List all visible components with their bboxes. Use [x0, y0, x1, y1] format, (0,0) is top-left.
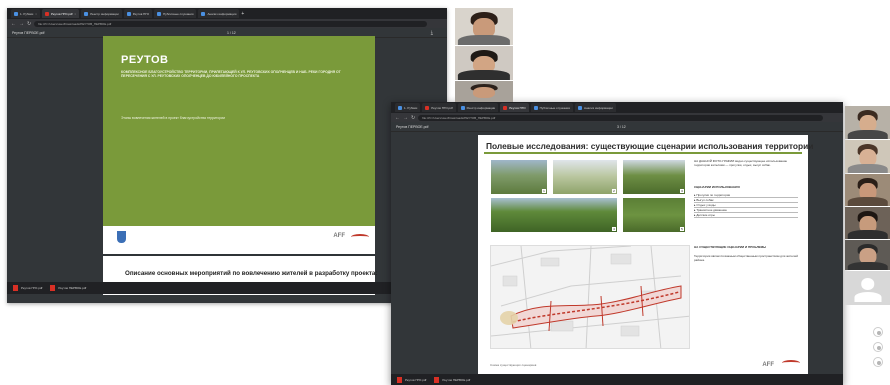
browser-tab[interactable]: 1. Рубики	[395, 103, 421, 112]
participant-video[interactable]	[845, 140, 890, 173]
participant-video-placeholder[interactable]	[845, 271, 890, 305]
next-slide-heading: Описание основных мероприятий по вовлече…	[125, 270, 378, 277]
field-photo: 2	[552, 159, 618, 195]
tab-favicon-icon	[201, 11, 206, 16]
partner-logo-icon	[351, 234, 369, 240]
more-options-button[interactable]	[873, 357, 883, 367]
pdf-toolbar: Реутов ПЕРВОЕ.pdf 3 / 12	[391, 122, 843, 132]
tab-favicon-icon	[84, 11, 89, 16]
participant-video[interactable]	[455, 8, 513, 45]
browser-tab[interactable]: Реутов ПГО	[123, 9, 153, 18]
pdf-file-icon	[434, 376, 440, 383]
participants-button[interactable]	[873, 327, 883, 337]
tab-favicon-icon	[157, 11, 162, 16]
tab-favicon-icon	[14, 11, 18, 16]
site-map	[490, 245, 690, 349]
participant-video[interactable]	[845, 240, 890, 270]
scenario-item: ▸ Детские игры	[694, 213, 798, 218]
back-arrow-icon[interactable]: ←	[11, 21, 16, 27]
reload-icon[interactable]: ↻	[411, 115, 415, 121]
page-indicator[interactable]: 1 / 12	[227, 31, 236, 35]
download-item[interactable]: Реутов ПЕРВОЕ.pdf	[434, 376, 470, 383]
pdf-file-icon	[50, 285, 56, 291]
slide-heading: Полевые исследования: существующие сцена…	[486, 141, 814, 151]
field-photo: 3	[622, 159, 686, 195]
participant-video[interactable]	[455, 46, 513, 80]
download-item[interactable]: Реутов ПГО.pdf	[397, 376, 426, 383]
pdf-filename: Реутов ПЕРВОЕ.pdf	[12, 30, 45, 35]
participant-video[interactable]	[845, 174, 890, 206]
tab-favicon-icon	[503, 105, 508, 110]
url-field[interactable]: file:///C:/Users/user/Downloads/РЕУТОВ_П…	[34, 20, 427, 27]
browser-tab[interactable]: Публичные слушания	[530, 103, 573, 112]
browser-tab[interactable]: 1. Рубики ×	[11, 9, 41, 18]
browser-tab[interactable]: Реестр информации	[81, 9, 122, 18]
tab-favicon-icon	[45, 11, 50, 16]
slide-title: РЕУТОВ	[121, 54, 169, 66]
tab-favicon-icon	[460, 105, 465, 110]
tab-favicon-icon	[577, 105, 582, 110]
browser-tab[interactable]: Реутов ПГО.pdf	[422, 103, 456, 112]
close-tab-icon[interactable]: ×	[35, 12, 37, 16]
download-icon[interactable]: ⤓	[431, 30, 433, 36]
slide-description: Этапы вовлечения жителей в проект благоу…	[121, 116, 225, 120]
problems-title: НА СУЩЕСТВУЮЩИЕ СЦЕНАРИИ И ПРОБЛЕМЫ	[694, 245, 767, 249]
downloads-bar-back: Реутов ПГО.pdf Реутов ПЕРВОЕ.pdf	[7, 282, 447, 294]
download-item[interactable]: Реутов ПЕРВОЕ.pdf	[50, 285, 86, 291]
new-tab-icon[interactable]: +	[241, 11, 244, 17]
city-crest-icon	[117, 231, 126, 243]
tab-favicon-icon	[533, 105, 538, 110]
browser-tab[interactable]: Публичные слушания	[154, 9, 197, 18]
forward-arrow-icon[interactable]: →	[403, 115, 408, 121]
participant-video[interactable]	[845, 207, 890, 239]
page-indicator[interactable]: 3 / 12	[617, 125, 626, 129]
field-photo: 1	[490, 159, 548, 195]
aff-logo: AFF	[333, 233, 345, 239]
slide-field-research: Полевые исследования: существующие сцена…	[478, 135, 813, 375]
slide-title-page: РЕУТОВ КОМПЛЕКСНОЕ БЛАГОУСТРОЙСТВО ТЕРРИ…	[103, 36, 375, 254]
slide-footer: AFF	[103, 226, 375, 254]
site-map-drawing	[491, 246, 689, 348]
chat-button[interactable]	[873, 342, 883, 352]
field-photo: 5	[622, 197, 686, 233]
download-item[interactable]: Реутов ПГО.pdf	[13, 285, 42, 291]
forward-arrow-icon[interactable]: →	[19, 21, 24, 27]
pdf-filename: Реутов ПЕРВОЕ.pdf	[396, 124, 429, 129]
browser-tab[interactable]: Реестр информации	[457, 103, 499, 112]
back-arrow-icon[interactable]: ←	[395, 115, 400, 121]
field-photo: 4	[490, 197, 618, 233]
map-caption: Схема существующих сценариев	[490, 363, 537, 367]
browser-tab[interactable]: Анализ информации	[574, 103, 616, 112]
browser-tab-active[interactable]: Реутов ПГО.pdf ×	[42, 9, 80, 18]
partner-logo-icon	[782, 360, 800, 366]
scenarios-list: ▸ Прогулки по территории ▸ Выгул собак ▸…	[694, 193, 798, 218]
problems-text: Территория является важным общественным …	[694, 254, 798, 262]
participant-video[interactable]	[455, 81, 513, 102]
pdf-file-icon	[13, 285, 18, 291]
browser-tab[interactable]: Анализ информации	[198, 9, 240, 18]
reload-icon[interactable]: ↻	[27, 21, 31, 27]
slide-subtitle: КОМПЛЕКСНОЕ БЛАГОУСТРОЙСТВО ТЕРРИТОРИИ, …	[121, 70, 341, 79]
close-tab-icon[interactable]: ×	[74, 12, 76, 16]
aff-logo: AFF	[762, 362, 774, 368]
address-bar: ← → ↻ file:///C:/Users/user/Downloads/РЕ…	[7, 19, 447, 28]
tab-favicon-icon	[425, 105, 430, 110]
user-avatar-icon	[860, 278, 875, 291]
downloads-bar-front: Реутов ПГО.pdf Реутов ПЕРВОЕ.pdf	[391, 374, 843, 385]
pdf-file-icon	[397, 376, 402, 383]
browser-tabbar: 1. Рубики × Реутов ПГО.pdf × Реестр информ…	[7, 8, 447, 19]
description-text: НА ДАННОЙ ФОТО-ГРАФИИ видно существующее…	[694, 159, 788, 167]
browser-tab-active[interactable]: Реутов ПГО	[500, 103, 529, 112]
browser-tabbar: 1. Рубики Реутов ПГО.pdf Реестр информац…	[391, 102, 843, 113]
tab-favicon-icon	[126, 11, 131, 16]
scenarios-title: СЦЕНАРИИ ИСПОЛЬЗОВАНИЯ	[694, 185, 740, 189]
heading-underline	[484, 152, 802, 154]
address-bar: ← → ↻ file:///C:/Users/user/Downloads/РЕ…	[391, 113, 843, 122]
participant-video[interactable]	[845, 106, 890, 139]
url-field[interactable]: file:///C:/Users/user/Downloads/РЕУТОВ_П…	[418, 114, 823, 121]
tab-favicon-icon	[398, 105, 402, 110]
